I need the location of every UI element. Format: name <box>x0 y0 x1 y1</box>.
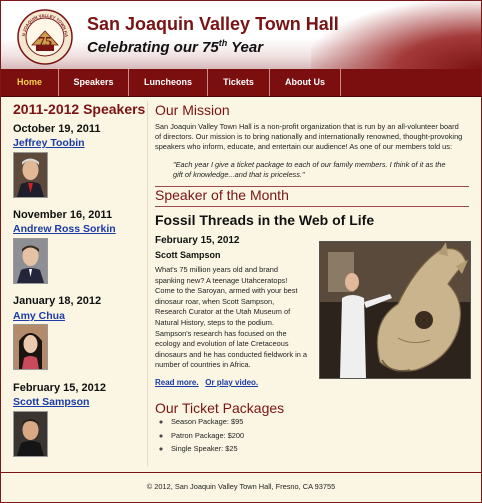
talk-date: February 15, 2012 <box>155 235 240 246</box>
speaker-link[interactable]: Andrew Ross Sorkin <box>13 223 116 235</box>
speaker-date: January 18, 2012 <box>13 295 102 307</box>
speaker-date: November 16, 2011 <box>13 209 113 221</box>
ticket-item: Patron Package: $200 <box>171 429 244 443</box>
description-line: spanking new? A teenage Utahceratops! <box>155 275 288 285</box>
nav-home[interactable]: Home <box>1 69 59 96</box>
nav-tickets[interactable]: Tickets <box>208 69 270 96</box>
town-hall-logo[interactable]: 75 SAN JOAQUIN VALLEY TOWN HALL <box>17 9 73 65</box>
page-frame: 75 SAN JOAQUIN VALLEY TOWN HALL San Joaq… <box>0 0 482 503</box>
ticket-list: Season Package: $95 Patron Package: $200… <box>155 415 244 456</box>
description-line: dinosaurs and he has conducted fieldwork… <box>155 349 308 359</box>
description-line: dinosaur roar, when Scott Sampson, <box>155 296 275 306</box>
logo-number: 75 <box>38 35 52 50</box>
speaker-link[interactable]: Scott Sampson <box>13 396 89 408</box>
nav-about-us[interactable]: About Us <box>270 69 341 96</box>
footer-copyright: © 2012, San Joaquin Valley Town Hall, Fr… <box>146 482 336 491</box>
talk-title: Fossil Threads in the Web of Life <box>155 212 375 228</box>
site-title: San Joaquin Valley Town Hall <box>87 14 339 34</box>
speaker-date: February 15, 2012 <box>13 382 106 394</box>
speaker-link[interactable]: Jeffrey Toobin <box>13 137 85 149</box>
speaker-photo-sampson[interactable] <box>13 411 48 457</box>
mission-line: of directors. Our mission is to bring na… <box>155 132 463 141</box>
speaker-of-month-heading: Speaker of the Month <box>155 187 289 203</box>
mission-line: San Joaquin Valley Town Hall is a non-pr… <box>155 122 459 131</box>
speaker-photo-toobin[interactable] <box>13 152 48 198</box>
section-rule <box>155 206 469 207</box>
nav-speakers[interactable]: Speakers <box>59 69 129 96</box>
mission-heading: Our Mission <box>155 102 230 118</box>
read-more-link[interactable]: Read more. <box>155 378 199 387</box>
quote-line: gift of knowledge...and that is priceles… <box>173 170 305 179</box>
play-video-link[interactable]: Or play video. <box>205 378 258 387</box>
subtitle-text: Celebrating our 75 <box>87 39 219 56</box>
description-line: Research Curator at the Utah Museum of <box>155 307 291 317</box>
description-line: ecology and evolution of late Cretaceous <box>155 339 289 349</box>
talk-links: Read more. Or play video. <box>155 378 258 387</box>
column-divider <box>147 101 148 466</box>
tickets-heading: Our Ticket Packages <box>155 400 285 416</box>
talk-description: What's 75 million years old and brand sp… <box>155 265 315 371</box>
header-gradient <box>311 1 481 69</box>
description-line: Come to the Saroyan, armed with your bes… <box>155 286 298 296</box>
mission-text: San Joaquin Valley Town Hall is a non-pr… <box>155 122 462 152</box>
header: 75 SAN JOAQUIN VALLEY TOWN HALL San Joaq… <box>1 1 481 69</box>
ticket-item: Single Speaker: $25 <box>171 442 244 456</box>
speaker-photo-chua[interactable] <box>13 324 48 370</box>
nav-luncheons[interactable]: Luncheons <box>129 69 208 96</box>
main-nav: Home Speakers Luncheons Tickets About Us <box>1 69 481 97</box>
quote-line: "Each year I give a ticket package to ea… <box>173 160 446 169</box>
site-subtitle: Celebrating our 75th Year <box>87 38 263 56</box>
footer-rule <box>1 472 481 473</box>
description-line: What's 75 million years old and brand <box>155 265 279 274</box>
speaker-date: October 19, 2011 <box>13 123 101 135</box>
ticket-item: Season Package: $95 <box>171 415 244 429</box>
speakers-sidebar: 2011-2012 Speakers <box>13 101 148 117</box>
member-quote: "Each year I give a ticket package to ea… <box>173 160 446 180</box>
description-line: Sampson's research has focused on the <box>155 328 287 338</box>
dinosaur-skull-photo[interactable] <box>319 241 471 379</box>
speaker-photo-sorkin[interactable] <box>13 238 48 284</box>
description-line: number of countries in Africa. <box>155 360 251 370</box>
speaker-link[interactable]: Amy Chua <box>13 310 65 322</box>
sidebar-heading: 2011-2012 Speakers <box>13 101 146 117</box>
talk-speaker: Scott Sampson <box>155 250 221 260</box>
subtitle-suffix: Year <box>227 39 264 56</box>
subtitle-sup: th <box>218 38 228 48</box>
description-line: Natural History, steps to the podium. <box>155 317 274 327</box>
mission-line: speakers who inform, educate, and entert… <box>155 142 453 151</box>
